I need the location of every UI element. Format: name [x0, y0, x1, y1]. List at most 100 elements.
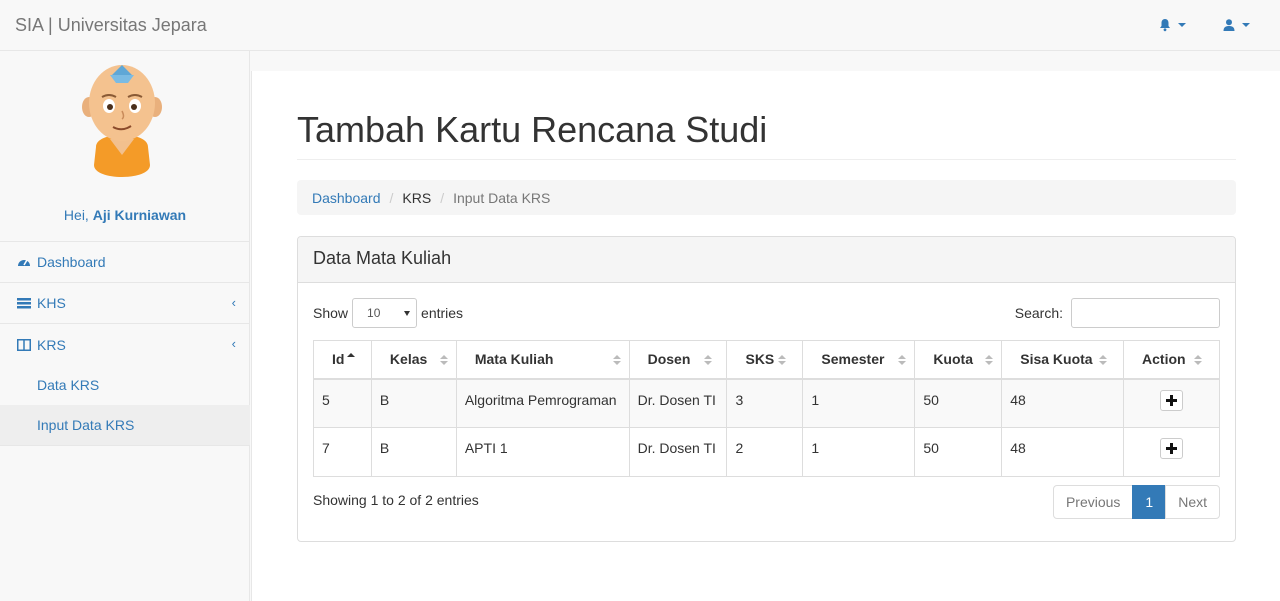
cell-kuota: 50	[914, 378, 1003, 428]
pagination-previous[interactable]: Previous	[1052, 485, 1134, 519]
user-name: Aji Kurniawan	[92, 207, 187, 223]
plus-icon	[1166, 394, 1178, 406]
cell-action	[1123, 378, 1220, 428]
cell-dosen: Dr. Dosen TI	[628, 427, 728, 477]
sort-icon	[1099, 355, 1108, 365]
show-label: Show	[313, 305, 349, 321]
user-dropdown[interactable]	[1222, 15, 1250, 35]
sort-icon	[778, 355, 787, 365]
krs-submenu: Data KRS Input Data KRS	[0, 365, 250, 446]
cell-dosen: Dr. Dosen TI	[628, 378, 728, 428]
cell-id: 5	[313, 378, 372, 428]
sort-icon	[704, 355, 713, 365]
bell-icon	[1160, 19, 1170, 32]
entries-value: 10	[367, 306, 381, 320]
sidebar-item-label: KRS	[37, 336, 66, 353]
cell-sisa-kuota: 48	[1001, 378, 1125, 428]
cell-mata-kuliah: Algoritma Pemrograman	[455, 378, 630, 428]
breadcrumb-krs[interactable]: KRS	[402, 190, 431, 206]
sort-icon	[612, 355, 621, 365]
table-info: Showing 1 to 2 of 2 entries	[313, 492, 479, 508]
list-icon	[17, 296, 31, 310]
cell-semester: 1	[802, 378, 916, 428]
column-label: Dosen	[647, 351, 691, 368]
greeting: Hei, Aji Kurniawan	[0, 207, 250, 223]
search-input[interactable]	[1071, 298, 1220, 328]
column-label: Semester	[821, 351, 885, 368]
cell-kuota: 50	[914, 427, 1003, 477]
courses-table: Id Kelas Mata Kuliah Dosen SKS Semester …	[313, 340, 1220, 477]
entries-length: Show 10 entries	[313, 298, 463, 328]
sort-icon	[1194, 355, 1202, 365]
cell-action	[1123, 427, 1220, 477]
add-course-button[interactable]	[1160, 389, 1184, 411]
table-row: 7 B APTI 1 Dr. Dosen TI 2 1 50 48	[313, 427, 1220, 477]
cell-sks: 3	[726, 378, 804, 428]
column-header-semester[interactable]: Semester	[802, 340, 916, 380]
table-search: Search:	[1015, 298, 1220, 328]
column-label: Kuota	[933, 351, 973, 368]
column-header-kuota[interactable]: Kuota	[914, 340, 1003, 380]
sidebar: Hei, Aji Kurniawan Dashboard KHS ‹ KRS ‹…	[0, 51, 250, 601]
greeting-label: Hei,	[63, 207, 89, 223]
cell-semester: 1	[802, 427, 916, 477]
sidebar-subitem-input-data-krs[interactable]: Input Data KRS	[0, 405, 250, 445]
entries-label: entries	[421, 305, 464, 321]
chevron-down-icon	[1242, 23, 1250, 27]
sidebar-item-label: KHS	[37, 295, 66, 311]
column-header-id[interactable]: Id	[313, 340, 372, 380]
breadcrumb-separator: /	[440, 189, 445, 206]
sidebar-item-krs[interactable]: KRS ‹	[0, 324, 250, 365]
cell-sks: 2	[726, 427, 804, 477]
pagination: Previous 1 Next	[1052, 485, 1220, 519]
sidebar-menu: Dashboard KHS ‹ KRS ‹ Data KRS Input Dat…	[0, 241, 250, 446]
pagination-page[interactable]: 1	[1132, 485, 1167, 519]
column-label: Id	[332, 351, 345, 368]
chevron-left-icon: ‹	[231, 295, 236, 310]
page-title: Tambah Kartu Rencana Studi	[297, 109, 768, 150]
page-wrapper: Tambah Kartu Rencana Studi Dashboard / K…	[251, 71, 1280, 601]
column-header-action[interactable]: Action	[1123, 340, 1220, 380]
sidebar-item-khs[interactable]: KHS ‹	[0, 283, 250, 324]
breadcrumb-dashboard[interactable]: Dashboard	[312, 190, 381, 206]
column-header-sisa-kuota[interactable]: Sisa Kuota	[1001, 340, 1125, 380]
column-label: SKS	[745, 351, 775, 368]
sidebar-item-dashboard[interactable]: Dashboard	[0, 242, 250, 283]
column-label: Kelas	[389, 351, 428, 368]
column-header-dosen[interactable]: Dosen	[628, 340, 728, 380]
top-navbar: SIA | Universitas Jepara	[0, 0, 1280, 51]
sidebar-subitem-data-krs[interactable]: Data KRS	[0, 365, 250, 405]
columns-icon	[17, 338, 31, 352]
column-label: Action	[1142, 351, 1186, 368]
column-header-mata-kuliah[interactable]: Mata Kuliah	[455, 340, 630, 380]
breadcrumb: Dashboard / KRS / Input Data KRS	[297, 180, 1236, 215]
breadcrumb-separator: /	[389, 189, 394, 206]
page-header: Tambah Kartu Rencana Studi	[297, 107, 1236, 160]
entries-select[interactable]: 10	[352, 298, 418, 328]
sort-icon	[985, 355, 994, 365]
cell-mata-kuliah: APTI 1	[455, 427, 630, 477]
breadcrumb-current: Input Data KRS	[453, 189, 551, 206]
brand-title[interactable]: SIA | Universitas Jepara	[15, 14, 207, 36]
cell-id: 7	[313, 427, 372, 477]
cell-kelas: B	[370, 378, 457, 428]
cell-kelas: B	[370, 427, 457, 477]
search-label: Search:	[1014, 305, 1063, 321]
add-course-button[interactable]	[1160, 438, 1184, 459]
table-toolbar: Show 10 entries Search:	[313, 298, 1220, 328]
user-icon	[1223, 19, 1235, 31]
notifications-dropdown[interactable]	[1158, 15, 1186, 35]
pagination-next[interactable]: Next	[1165, 485, 1220, 519]
column-header-sks[interactable]: SKS	[726, 340, 804, 380]
table-row: 5 B Algoritma Pemrograman Dr. Dosen TI 3…	[313, 378, 1220, 428]
column-header-kelas[interactable]: Kelas	[370, 340, 457, 380]
data-panel: Data Mata Kuliah Show 10 entries Search:	[297, 236, 1236, 542]
panel-heading: Data Mata Kuliah	[298, 237, 1235, 283]
column-label: Sisa Kuota	[1020, 351, 1093, 368]
sidebar-item-label: Dashboard	[37, 254, 106, 270]
cell-sisa-kuota: 48	[1001, 427, 1125, 477]
chevron-down-icon	[1178, 23, 1186, 27]
sort-asc-icon	[346, 353, 355, 357]
chevron-down-icon	[404, 311, 411, 316]
sort-icon	[898, 355, 907, 365]
